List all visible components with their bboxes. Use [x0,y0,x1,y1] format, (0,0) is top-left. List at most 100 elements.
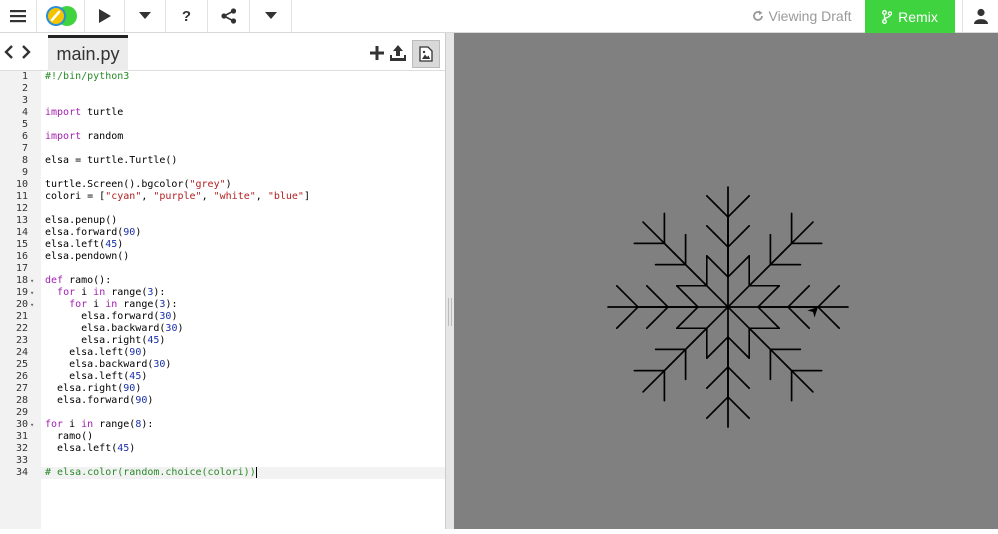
code-line[interactable]: 3 [0,95,445,107]
line-number: 10 [15,179,28,190]
code-line[interactable]: 30 ▾ for i in range(8): [0,419,445,431]
add-file-button[interactable] [367,43,387,63]
run-button[interactable] [85,0,125,32]
line-number: 11 [15,191,28,202]
code-line[interactable]: 18 ▾ def ramo(): [0,275,445,287]
code-line[interactable]: 22 elsa.backward(30) [0,323,445,335]
snowflake-stroke [817,285,840,308]
snowflake-stroke [706,255,729,278]
code-line[interactable]: 23 elsa.right(45) [0,335,445,347]
snowflake-stroke [616,285,639,308]
code-line[interactable]: 7 [0,143,445,155]
line-number: 27 [15,383,28,394]
code-line[interactable]: 32 elsa.left(45) [0,443,445,455]
line-number: 6 [21,131,28,142]
fold-toggle[interactable]: ▾ [30,275,38,287]
snowflake-stroke [787,285,810,308]
help-button[interactable]: ? [166,0,208,32]
trinket-logo-icon [45,6,77,26]
code-line[interactable]: 26 elsa.left(45) [0,371,445,383]
code-line[interactable]: 12 [0,203,445,215]
code-line[interactable]: 29 [0,407,445,419]
code-text: elsa.left(45) [45,371,148,382]
fold-toggle[interactable]: ▾ [30,287,38,299]
next-file-button[interactable] [17,42,35,62]
code-text: elsa.right(45) [45,335,166,346]
more-dropdown[interactable] [250,0,292,32]
previous-file-button[interactable] [0,42,18,62]
viewing-draft-link[interactable]: Viewing Draft [740,0,864,32]
branch-icon [882,9,893,24]
code-line[interactable]: 4 import turtle [0,107,445,119]
code-line[interactable]: 24 elsa.left(90) [0,347,445,359]
code-line[interactable]: 31 ramo() [0,431,445,443]
code-line[interactable]: 10 turtle.Screen().bgcolor("grey") [0,179,445,191]
share-button[interactable] [208,0,250,32]
remix-button[interactable]: Remix [865,0,955,33]
splitter-grip[interactable] [448,298,452,326]
user-menu-button[interactable] [962,0,998,32]
line-number: 29 [15,407,28,418]
snowflake-stroke [706,366,729,389]
share-icon [220,8,236,24]
line-number: 5 [21,119,28,130]
code-line[interactable]: 13 elsa.penup() [0,215,445,227]
upload-file-button[interactable] [388,43,408,63]
top-toolbar: ? Viewing Draft Remix [0,0,998,33]
line-number: 14 [15,227,28,238]
code-line[interactable]: 25 elsa.backward(30) [0,359,445,371]
line-number: 15 [15,239,28,250]
code-line[interactable]: 9 [0,167,445,179]
logo-button[interactable] [37,0,85,32]
code-area[interactable]: 1 #!/bin/python3 2 3 4 import turtle 5 6 import … [0,71,445,529]
code-line[interactable]: 19 ▾ for i in range(3): [0,287,445,299]
fold-toggle[interactable]: ▾ [30,299,38,311]
line-number: 8 [21,155,28,166]
code-text: colori = ["cyan", "purple", "white", "bl… [45,191,310,202]
code-text: ramo() [45,431,94,442]
code-line[interactable]: 33 [0,455,445,467]
code-line[interactable]: 5 [0,119,445,131]
code-line[interactable]: 14 elsa.forward(90) [0,227,445,239]
code-line[interactable]: 11 colori = ["cyan", "purple", "white", "… [0,191,445,203]
code-text: # elsa.color(random.choice(colori)) [45,467,257,478]
image-library-button[interactable] [412,40,440,68]
snowflake-stroke [706,195,729,218]
line-number: 18 [15,275,28,286]
snowflake-stroke [616,306,639,329]
upload-icon [390,45,406,61]
viewing-draft-label: Viewing Draft [768,8,852,24]
code-line[interactable]: 2 [0,83,445,95]
code-line[interactable]: 17 [0,263,445,275]
code-line[interactable]: 6 import random [0,131,445,143]
code-line[interactable]: 16 elsa.pendown() [0,251,445,263]
code-text: def ramo(): [45,275,112,286]
code-line[interactable]: 1 #!/bin/python3 [0,71,445,83]
turtle-output-canvas [454,33,998,529]
remix-label: Remix [898,8,938,25]
line-number: 12 [15,203,28,214]
code-line[interactable]: 34 # elsa.color(random.choice(colori)) [0,467,445,479]
file-tab-main[interactable]: main.py [48,35,128,71]
code-line[interactable]: 21 elsa.forward(30) [0,311,445,323]
line-number: 20 [15,299,28,310]
fold-toggle[interactable]: ▾ [30,419,38,431]
code-line[interactable]: 27 elsa.right(90) [0,383,445,395]
line-number: 30 [15,419,28,430]
snowflake-stroke [676,306,699,329]
code-line[interactable]: 8 elsa = turtle.Turtle() [0,155,445,167]
code-line[interactable]: 15 elsa.left(45) [0,239,445,251]
pane-splitter[interactable] [446,33,454,529]
snowflake-stroke [790,221,814,245]
code-text: elsa.left(45) [45,443,136,454]
snowflake-stroke [817,306,840,329]
snowflake-stroke [646,285,669,308]
snowflake-stroke [727,396,750,419]
run-options-dropdown[interactable] [125,0,166,32]
code-line[interactable]: 20 ▾ for i in range(3): [0,299,445,311]
snowflake-stroke [727,225,750,248]
line-number: 33 [15,455,28,466]
line-number: 7 [21,143,28,154]
code-line[interactable]: 28 elsa.forward(90) [0,395,445,407]
menu-button[interactable] [0,0,37,32]
